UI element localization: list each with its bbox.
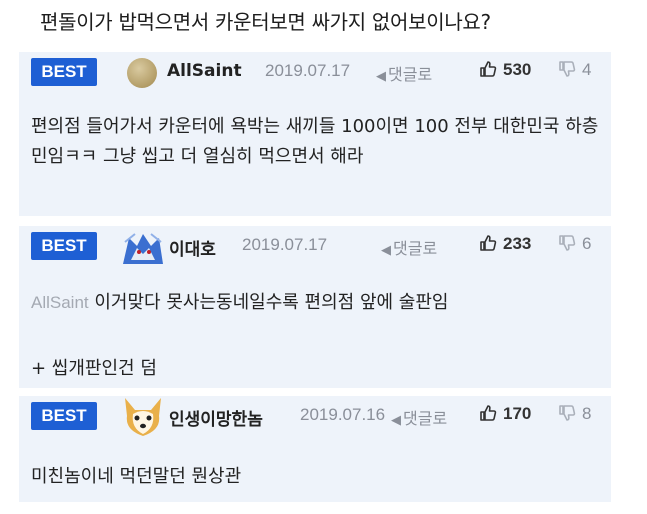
comment-text: 편의점 들어가서 카운터에 욕박는 새끼들 100이면 100 전부 대한민국 … bbox=[31, 116, 599, 167]
like-button[interactable]: 170 bbox=[479, 404, 531, 424]
thumbs-up-icon bbox=[480, 61, 497, 77]
reply-arrow-icon: ◀ bbox=[376, 69, 386, 84]
reply-arrow-icon: ◀ bbox=[391, 413, 401, 428]
best-badge: BEST bbox=[31, 232, 97, 260]
dislike-button[interactable]: 6 bbox=[558, 234, 591, 254]
reply-label: 댓글로 bbox=[388, 65, 433, 84]
comment-date: 2019.07.17 bbox=[265, 61, 351, 80]
comment-username[interactable]: 인생이망한놈 bbox=[169, 405, 263, 430]
reply-arrow-icon: ◀ bbox=[381, 243, 391, 258]
reply-label: 댓글로 bbox=[393, 239, 438, 258]
like-count: 233 bbox=[503, 234, 532, 253]
comment-text: 미친놈이네 먹던말던 뭔상관 bbox=[31, 466, 242, 487]
comment-header: BEST 이대호 2019.07.17 ◀ 댓글로 233 6 bbox=[19, 226, 611, 268]
dislike-count: 8 bbox=[582, 404, 592, 423]
comment-date: 2019.07.17 bbox=[242, 235, 328, 254]
best-badge: BEST bbox=[31, 402, 97, 430]
thumbs-down-icon bbox=[559, 235, 576, 251]
comment-header: BEST AllSaint 2019.07.17 ◀ 댓글로 530 4 bbox=[19, 52, 611, 92]
reply-button[interactable]: ◀ 댓글로 bbox=[381, 235, 437, 259]
comment-username[interactable]: AllSaint bbox=[167, 61, 242, 81]
comment-username[interactable]: 이대호 bbox=[169, 235, 216, 260]
like-count: 170 bbox=[503, 404, 532, 423]
thumbs-down-icon bbox=[559, 405, 576, 421]
best-comment-card: BEST 이대호 2019.07.17 ◀ 댓글로 233 6 AllSaint … bbox=[19, 226, 611, 388]
like-button[interactable]: 233 bbox=[479, 234, 531, 254]
dislike-button[interactable]: 8 bbox=[558, 404, 591, 424]
comment-date: 2019.07.16 bbox=[300, 405, 386, 424]
like-button[interactable]: 530 bbox=[479, 60, 531, 80]
comment-text: AllSaint 이거맞다 못사는동네일수록 편의점 앞에 술판임 bbox=[31, 288, 599, 318]
comment-header: BEST 인생이망한놈 2019.07.16 ◀ 댓글로 170 8 bbox=[19, 396, 611, 436]
comment-text-extra: + 씹개판인건 덤 bbox=[31, 358, 157, 379]
reply-label: 댓글로 bbox=[403, 409, 448, 428]
avatar[interactable] bbox=[121, 396, 165, 438]
quoted-username[interactable]: AllSaint bbox=[31, 293, 89, 312]
dislike-count: 4 bbox=[582, 60, 592, 79]
thumbs-up-icon bbox=[480, 235, 497, 251]
post-title: 편돌이가 밥먹으면서 카운터보면 싸가지 없어보이나요? bbox=[40, 10, 491, 34]
best-comment-card: BEST 인생이망한놈 2019.07.16 ◀ 댓글로 170 8 미친놈이네 … bbox=[19, 396, 611, 502]
thumbs-down-icon bbox=[559, 61, 576, 77]
best-comment-card: BEST AllSaint 2019.07.17 ◀ 댓글로 530 4 편의점 … bbox=[19, 52, 611, 216]
thumbs-up-icon bbox=[480, 405, 497, 421]
avatar[interactable] bbox=[127, 58, 157, 88]
best-badge: BEST bbox=[31, 58, 97, 86]
avatar[interactable] bbox=[119, 230, 167, 268]
like-count: 530 bbox=[503, 60, 532, 79]
reply-button[interactable]: ◀ 댓글로 bbox=[376, 61, 432, 85]
dislike-count: 6 bbox=[582, 234, 592, 253]
dislike-button[interactable]: 4 bbox=[558, 60, 591, 80]
reply-button[interactable]: ◀ 댓글로 bbox=[391, 405, 448, 429]
comment-text-line: 이거맞다 못사는동네일수록 편의점 앞에 술판임 bbox=[94, 292, 449, 313]
